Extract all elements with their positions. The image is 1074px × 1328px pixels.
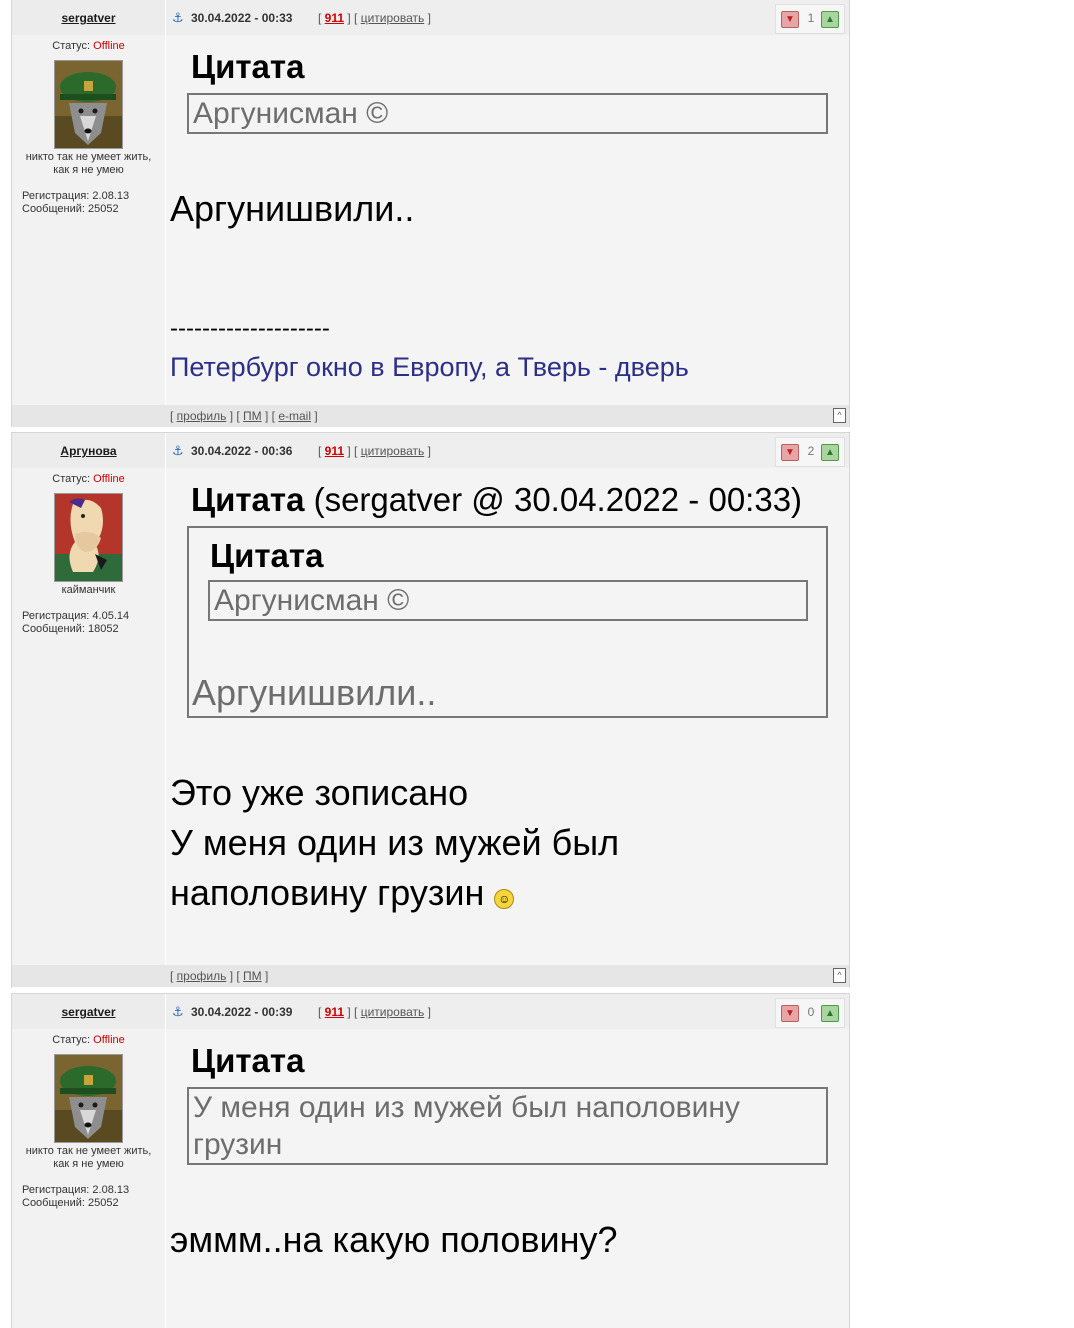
pm-link[interactable]: ПМ — [243, 409, 262, 423]
rating-count: 2 — [807, 444, 815, 458]
signature-separator: -------------------- — [170, 315, 330, 342]
post-footer: [ профиль ] [ ПМ ] ^ — [12, 965, 849, 987]
nested-quote-box: Аргунисман © — [208, 580, 808, 621]
post-date: 30.04.2022 - 00:33 — [191, 11, 293, 25]
pm-link[interactable]: ПМ — [243, 969, 262, 983]
profile-link[interactable]: профиль — [177, 409, 227, 423]
post-footer: [ профиль ] [ ПМ ] [ e-mail ] ^ — [12, 405, 849, 427]
scroll-top-button[interactable]: ^ — [833, 408, 846, 423]
profile-link[interactable]: профиль — [177, 969, 227, 983]
message-count: Сообщений: 25052 — [22, 1197, 119, 1209]
post-number-link[interactable]: 911 — [325, 444, 344, 458]
author-info: Статус: Offline никто так не умеет жить,… — [12, 1029, 166, 1328]
forum-post: sergatver ⚓ 30.04.2022 - 00:39 [ 911 ] [… — [11, 993, 850, 1328]
author-info: Статус: Offline никто так не умеет жить,… — [12, 35, 166, 405]
rating-count: 0 — [807, 1005, 815, 1019]
post-number-link[interactable]: 911 — [325, 1005, 344, 1019]
post-message: эммм..на какую половину? — [170, 1219, 618, 1260]
anchor-icon[interactable]: ⚓ — [172, 10, 184, 26]
quote-label: Цитата (sergatver @ 30.04.2022 - 00:33) — [191, 481, 803, 518]
user-signature: никто так не умеет жить, как я не умею — [25, 1145, 152, 1170]
forum-post: Аргунова ⚓ 30.04.2022 - 00:36 [ 911 ] [ … — [11, 432, 850, 988]
quote-label: Цитата — [191, 1042, 305, 1079]
quote-meta: (sergatver @ 30.04.2022 - 00:33) — [313, 481, 803, 518]
quote-box: У меня один из мужей был наполовину груз… — [187, 1087, 828, 1165]
author-info: Статус: Offline кайманчик Регистрация: 4… — [12, 468, 166, 965]
painting-avatar-image[interactable] — [54, 493, 123, 582]
wolf-avatar-image[interactable] — [54, 60, 123, 149]
wolf-avatar-image[interactable] — [54, 1054, 123, 1143]
thumbs-down-icon[interactable]: ▼ — [781, 444, 799, 461]
post-header: sergatver ⚓ 30.04.2022 - 00:33 [ 911 ] [… — [12, 0, 849, 35]
signature-link[interactable]: Петербург окно в Европу, а Тверь - дверь — [170, 347, 828, 387]
anchor-icon[interactable]: ⚓ — [172, 443, 184, 459]
post-links: [ 911 ] [ цитировать ] — [318, 444, 431, 458]
user-signature: кайманчик — [61, 584, 116, 596]
quote-link[interactable]: цитировать — [361, 1005, 425, 1019]
quote-text: Аргунишвили.. — [192, 672, 437, 713]
post-header: sergatver ⚓ 30.04.2022 - 00:39 [ 911 ] [… — [12, 994, 849, 1029]
quote-box: Цитата Аргунисман © Аргунишвили.. — [187, 526, 828, 718]
post-message: Аргунишвили.. — [170, 188, 415, 229]
forum-post: sergatver ⚓ 30.04.2022 - 00:33 [ 911 ] [… — [11, 0, 850, 427]
scroll-top-button[interactable]: ^ — [833, 968, 846, 983]
post-number-link[interactable]: 911 — [325, 11, 344, 25]
anchor-icon[interactable]: ⚓ — [172, 1004, 184, 1020]
quote-link[interactable]: цитировать — [361, 11, 425, 25]
author-name-link[interactable]: Аргунова — [60, 444, 116, 458]
post-date: 30.04.2022 - 00:36 — [191, 444, 293, 458]
message-count: Сообщений: 25052 — [22, 203, 119, 215]
thumbs-down-icon[interactable]: ▼ — [781, 1005, 799, 1022]
user-signature: никто так не умеет жить, как я не умею — [25, 151, 152, 176]
rating-widget: ▼ 0 ▲ — [775, 998, 845, 1028]
registration-date: Регистрация: 2.08.13 — [22, 190, 130, 202]
thumbs-up-icon[interactable]: ▲ — [821, 444, 839, 461]
message-count: Сообщений: 18052 — [22, 623, 119, 635]
quote-link[interactable]: цитировать — [361, 444, 425, 458]
post-date: 30.04.2022 - 00:39 — [191, 1005, 293, 1019]
post-links: [ 911 ] [ цитировать ] — [318, 11, 431, 25]
forum-thread: sergatver ⚓ 30.04.2022 - 00:33 [ 911 ] [… — [11, 0, 850, 1328]
user-status: Статус: Offline — [52, 473, 125, 485]
registration-date: Регистрация: 4.05.14 — [22, 610, 130, 622]
thumbs-down-icon[interactable]: ▼ — [781, 11, 799, 28]
author-name-link[interactable]: sergatver — [61, 11, 115, 25]
author-name-link[interactable]: sergatver — [61, 1005, 115, 1019]
email-link[interactable]: e-mail — [278, 409, 311, 423]
rating-count: 1 — [807, 11, 815, 25]
registration-date: Регистрация: 2.08.13 — [22, 1184, 130, 1196]
rating-widget: ▼ 1 ▲ — [775, 4, 845, 34]
post-links: [ 911 ] [ цитировать ] — [318, 1005, 431, 1019]
nested-quote-label: Цитата — [210, 537, 324, 574]
thumbs-up-icon[interactable]: ▲ — [821, 11, 839, 28]
post-message: Это уже зописано У меня один из мужей бы… — [170, 772, 620, 913]
post-header: Аргунова ⚓ 30.04.2022 - 00:36 [ 911 ] [ … — [12, 433, 849, 468]
smile-icon: ☺ — [494, 889, 515, 909]
user-status: Статус: Offline — [52, 40, 125, 52]
user-status: Статус: Offline — [52, 1034, 125, 1046]
post-content: Цитата У меня один из мужей был наполови… — [166, 1029, 849, 1328]
quote-label: Цитата — [191, 48, 305, 85]
post-content: Цитата Аргунисман © Аргунишвили.. ------… — [166, 35, 849, 405]
post-content: Цитата (sergatver @ 30.04.2022 - 00:33) … — [166, 468, 849, 965]
quote-box: Аргунисман © — [187, 93, 828, 134]
rating-widget: ▼ 2 ▲ — [775, 437, 845, 467]
thumbs-up-icon[interactable]: ▲ — [821, 1005, 839, 1022]
